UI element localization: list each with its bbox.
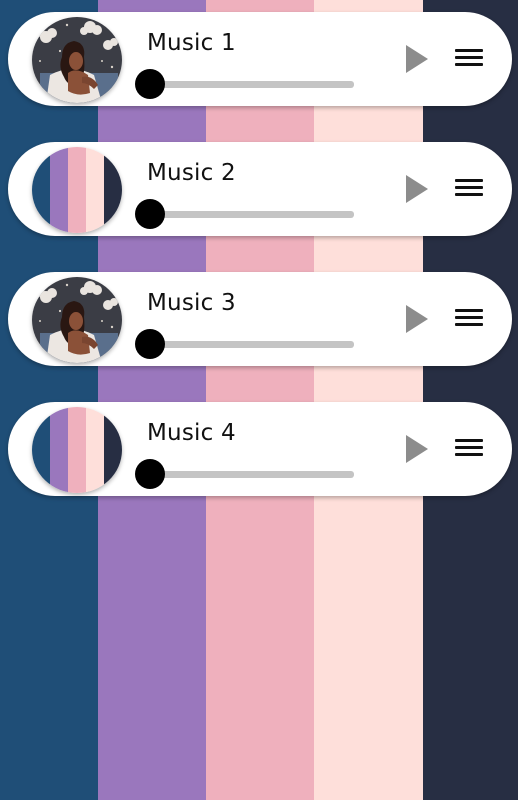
music-title: Music 2 bbox=[147, 160, 236, 186]
play-button[interactable] bbox=[406, 305, 428, 333]
music-title: Music 4 bbox=[147, 420, 236, 446]
album-art-stripes bbox=[32, 147, 122, 233]
menu-button[interactable] bbox=[455, 307, 485, 329]
menu-icon bbox=[455, 309, 483, 312]
stripe-pink bbox=[206, 0, 314, 800]
progress-knob[interactable] bbox=[135, 459, 165, 489]
progress-knob[interactable] bbox=[135, 329, 165, 359]
album-art-illustration bbox=[32, 277, 122, 363]
play-icon bbox=[406, 435, 428, 463]
music-title: Music 3 bbox=[147, 290, 236, 316]
music-item[interactable]: Music 3 bbox=[8, 272, 512, 366]
menu-button[interactable] bbox=[455, 47, 485, 69]
play-icon bbox=[406, 305, 428, 333]
progress-knob[interactable] bbox=[135, 69, 165, 99]
menu-icon bbox=[455, 49, 483, 52]
menu-button[interactable] bbox=[455, 437, 485, 459]
stripe-purple bbox=[98, 0, 206, 800]
play-icon bbox=[406, 45, 428, 73]
progress-track[interactable] bbox=[148, 211, 354, 218]
music-title: Music 1 bbox=[147, 30, 236, 56]
play-button[interactable] bbox=[406, 175, 428, 203]
menu-icon bbox=[455, 179, 483, 182]
progress-knob[interactable] bbox=[135, 199, 165, 229]
album-art-stripes bbox=[32, 407, 122, 493]
music-item[interactable]: Music 1 bbox=[8, 12, 512, 106]
album-art-illustration bbox=[32, 17, 122, 103]
stripe-navy bbox=[0, 0, 98, 800]
stripe-dark bbox=[423, 0, 518, 800]
play-icon bbox=[406, 175, 428, 203]
progress-track[interactable] bbox=[148, 341, 354, 348]
stripe-light-pink bbox=[314, 0, 423, 800]
progress-track[interactable] bbox=[148, 471, 354, 478]
music-item[interactable]: Music 2 bbox=[8, 142, 512, 236]
play-button[interactable] bbox=[406, 45, 428, 73]
music-item[interactable]: Music 4 bbox=[8, 402, 512, 496]
menu-icon bbox=[455, 439, 483, 442]
progress-track[interactable] bbox=[148, 81, 354, 88]
striped-background bbox=[0, 0, 518, 800]
menu-button[interactable] bbox=[455, 177, 485, 199]
play-button[interactable] bbox=[406, 435, 428, 463]
